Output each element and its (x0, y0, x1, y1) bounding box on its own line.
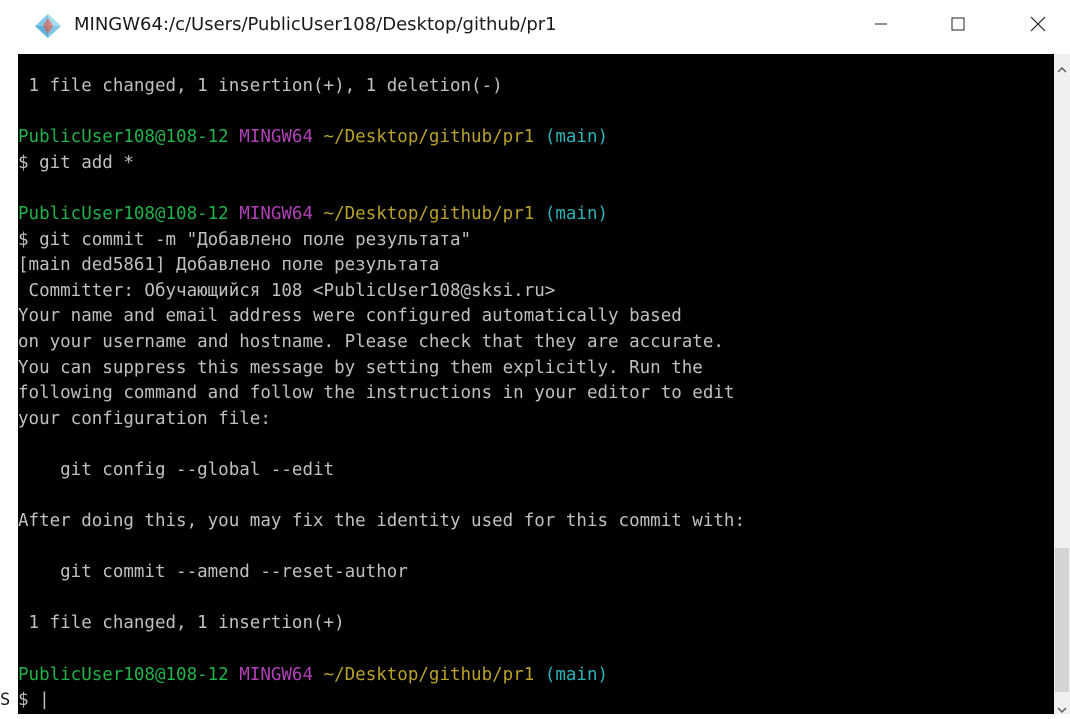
terminal-output[interactable]: 1 file changed, 1 insertion(+), 1 deleti… (18, 54, 1054, 714)
git-bash-icon[interactable] (34, 13, 62, 39)
window-title: MINGW64:/c/Users/PublicUser108/Desktop/g… (74, 14, 557, 35)
terminal-line: $ git commit -m "Добавлено поле результа… (18, 228, 1048, 254)
terminal-text-segment: your configuration file: (18, 408, 271, 429)
terminal-text-segment: MINGW64 (228, 203, 314, 224)
terminal-text-segment: (main) (534, 127, 609, 148)
vertical-scrollbar[interactable] (1054, 54, 1070, 714)
terminal-line: Committer: Обучающийся 108 <PublicUser10… (18, 279, 1048, 305)
terminal-line: Your name and email address were configu… (18, 304, 1048, 330)
terminal-text-segment: ~/Desktop/github/pr1 (313, 203, 535, 224)
terminal-text-segment: [main ded5861] Добавлено поле результата (18, 255, 440, 276)
terminal-line: git commit --amend --reset-author (18, 560, 1048, 586)
terminal-text-segment: $ | (18, 690, 50, 711)
scroll-down-arrow-icon[interactable] (1056, 700, 1068, 714)
terminal-text-segment: git config --global --edit (18, 459, 335, 480)
terminal-line: PublicUser108@108-12 MINGW64 ~/Desktop/g… (18, 125, 1048, 151)
close-button[interactable] (1015, 6, 1061, 46)
terminal-line: 1 file changed, 1 insertion(+) (18, 611, 1048, 637)
terminal-text-segment: following command and follow the instruc… (18, 383, 735, 404)
minimize-icon (873, 16, 889, 36)
terminal-text-segment: 1 file changed, 1 insertion(+), 1 deleti… (18, 76, 503, 96)
terminal-line: PublicUser108@108-12 MINGW64 ~/Desktop/g… (18, 202, 1048, 228)
minimize-button[interactable] (858, 6, 904, 46)
terminal-text-segment: $ git add * (18, 152, 134, 173)
terminal-text-segment: After doing this, you may fix the identi… (18, 511, 745, 532)
terminal-text-segment: PublicUser108@108-12 (18, 664, 229, 685)
terminal-line: PublicUser108@108-12 MINGW64 ~/Desktop/g… (18, 663, 1048, 689)
terminal-line: following command and follow the instruc… (18, 381, 1048, 407)
terminal-line: $ | (18, 688, 1048, 714)
scrollbar-thumb[interactable] (1055, 548, 1069, 692)
close-icon (1029, 15, 1047, 37)
terminal-text-segment: Committer: Обучающийся 108 <PublicUser10… (18, 280, 556, 301)
terminal-text-segment: (main) (534, 664, 609, 685)
terminal-line: on your username and hostname. Please ch… (18, 330, 1048, 356)
terminal-line: You can suppress this message by setting… (18, 356, 1048, 382)
terminal-text-segment: PublicUser108@108-12 (18, 127, 229, 148)
terminal-text-segment: PublicUser108@108-12 (18, 203, 229, 224)
terminal-text-segment: You can suppress this message by setting… (18, 357, 703, 378)
terminal-line: After doing this, you may fix the identi… (18, 509, 1048, 535)
terminal-text-segment: git commit --amend --reset-author (18, 562, 408, 583)
terminal-text-segment: ~/Desktop/github/pr1 (313, 127, 535, 148)
terminal-text-segment: ~/Desktop/github/pr1 (313, 664, 535, 685)
terminal-line: 1 file changed, 1 insertion(+), 1 deleti… (18, 74, 1048, 100)
maximize-icon (950, 16, 966, 36)
terminal-text-segment: Your name and email address were configu… (18, 306, 682, 327)
terminal-text-segment: (main) (534, 203, 609, 224)
terminal-line: git config --global --edit (18, 458, 1048, 484)
title-bar[interactable]: MINGW64:/c/Users/PublicUser108/Desktop/g… (0, 0, 1070, 54)
terminal-text-segment: $ git commit -m "Добавлено поле результа… (18, 229, 472, 250)
terminal-text-segment: on your username and hostname. Please ch… (18, 331, 724, 352)
terminal-line: $ git add * (18, 151, 1048, 177)
terminal-text-segment: MINGW64 (228, 127, 314, 148)
terminal-text-segment: MINGW64 (228, 664, 314, 685)
terminal-text-segment: 1 file changed, 1 insertion(+) (18, 613, 345, 634)
terminal-line: [main ded5861] Добавлено поле результата (18, 253, 1048, 279)
maximize-button[interactable] (935, 6, 981, 46)
stray-character: S (0, 690, 11, 710)
terminal-line: your configuration file: (18, 407, 1048, 433)
scroll-up-arrow-icon[interactable] (1056, 60, 1068, 73)
terminal-lines: 1 file changed, 1 insertion(+), 1 deleti… (18, 74, 1048, 714)
